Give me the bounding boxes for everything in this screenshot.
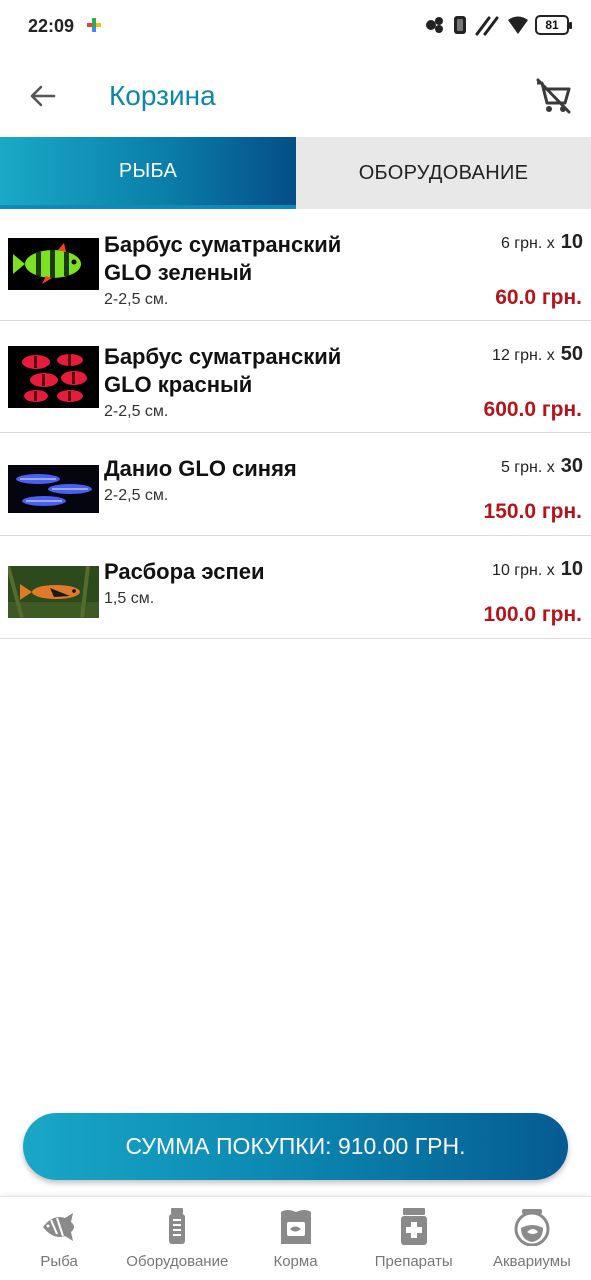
cart-list: Барбус суматранский GLO зеленый 2-2,5 см… bbox=[0, 209, 591, 639]
item-total: 150.0 грн. bbox=[483, 500, 582, 523]
product-image bbox=[8, 566, 99, 618]
unit-price: 12 грн. x bbox=[492, 347, 555, 364]
remove-cart-icon bbox=[536, 78, 571, 114]
product-name: Барбус суматранский GLO красный bbox=[104, 343, 374, 399]
product-name-line1: Барбус суматранский bbox=[104, 232, 342, 257]
page-title: Корзина bbox=[109, 80, 216, 111]
cart-item[interactable]: Данио GLO синяя 2-2,5 см. 5 грн. x 30 150… bbox=[0, 433, 591, 536]
item-total: 100.0 грн. bbox=[483, 603, 582, 626]
product-image bbox=[8, 238, 99, 290]
nav-equipment[interactable]: Оборудование bbox=[118, 1197, 236, 1280]
arrow-left-icon bbox=[30, 85, 56, 107]
fish-icon bbox=[39, 1207, 79, 1247]
status-time: 22:09 bbox=[28, 16, 75, 36]
nav-aquariums[interactable]: Аквариумы bbox=[473, 1197, 591, 1280]
back-button[interactable] bbox=[22, 76, 62, 116]
signal-icon bbox=[475, 16, 499, 36]
item-total: 600.0 грн. bbox=[483, 398, 582, 421]
nav-fish[interactable]: Рыба bbox=[0, 1197, 118, 1280]
tab-fish[interactable]: РЫБА bbox=[0, 137, 296, 209]
nav-food[interactable]: Корма bbox=[236, 1197, 354, 1280]
unit-price-quantity: 10 грн. x 10 bbox=[492, 558, 583, 581]
unit-price: 5 грн. x bbox=[500, 459, 555, 476]
battery-indicator: 81 bbox=[535, 15, 572, 35]
status-bar: 22:09 81 bbox=[0, 0, 591, 54]
unit-price: 10 грн. x bbox=[492, 562, 555, 579]
nav-label: Рыба bbox=[40, 1253, 78, 1270]
quantity: 10 bbox=[560, 231, 583, 253]
vibrate-icon bbox=[454, 16, 466, 34]
bluetooth-icon bbox=[426, 17, 443, 33]
unit-price-quantity: 12 грн. x 50 bbox=[492, 343, 583, 366]
quantity: 10 bbox=[560, 558, 583, 580]
product-image bbox=[8, 465, 99, 513]
quantity: 50 bbox=[560, 343, 583, 365]
nav-label: Оборудование bbox=[126, 1253, 229, 1270]
battery-level: 81 bbox=[545, 18, 559, 32]
checkout-total-button[interactable]: СУММА ПОКУПКИ: 910.00 ГРН. bbox=[23, 1113, 568, 1180]
unit-price: 6 грн. x bbox=[500, 235, 555, 252]
wifi-icon bbox=[508, 16, 528, 34]
product-name-line1: Расбора эспеи bbox=[104, 559, 265, 584]
nav-label: Корма bbox=[273, 1253, 318, 1270]
bottom-navigation: Рыба Оборудование Корма Препараты Аквари… bbox=[0, 1196, 591, 1280]
product-size: 2-2,5 см. bbox=[104, 291, 169, 308]
quantity: 30 bbox=[560, 455, 583, 477]
cart-item[interactable]: Барбус суматранский GLO зеленый 2-2,5 см… bbox=[0, 209, 591, 321]
category-tabs: РЫБА ОБОРУДОВАНИЕ bbox=[0, 137, 591, 209]
clear-cart-button[interactable] bbox=[531, 74, 575, 118]
unit-price-quantity: 6 грн. x 10 bbox=[501, 231, 583, 254]
status-icons: 81 bbox=[425, 14, 572, 36]
cart-item[interactable]: Барбус суматранский GLO красный 2-2,5 см… bbox=[0, 321, 591, 433]
product-image bbox=[8, 346, 99, 408]
product-size: 2-2,5 см. bbox=[104, 403, 169, 420]
medicine-jar-icon bbox=[394, 1207, 434, 1247]
nav-label: Препараты bbox=[374, 1253, 453, 1270]
product-size: 2-2,5 см. bbox=[104, 487, 169, 504]
nav-label: Аквариумы bbox=[492, 1253, 571, 1270]
product-size: 1,5 см. bbox=[104, 590, 155, 607]
filter-icon bbox=[157, 1207, 197, 1247]
fishbowl-icon bbox=[512, 1207, 552, 1247]
product-name: Данио GLO синяя bbox=[104, 455, 374, 483]
item-total: 60.0 грн. bbox=[495, 286, 582, 309]
app-bar: Корзина bbox=[0, 54, 591, 138]
food-bag-icon bbox=[276, 1207, 316, 1247]
total-label: СУММА ПОКУПКИ: 910.00 ГРН. bbox=[125, 1133, 466, 1159]
unit-price-quantity: 5 грн. x 30 bbox=[501, 455, 583, 478]
product-name-line1: Данио GLO синяя bbox=[104, 456, 297, 481]
product-name-line2: GLO зеленый bbox=[104, 260, 253, 285]
product-name: Расбора эспеи bbox=[104, 558, 374, 586]
product-name: Барбус суматранский GLO зеленый bbox=[104, 231, 374, 287]
tab-equipment[interactable]: ОБОРУДОВАНИЕ bbox=[296, 137, 591, 209]
cart-item[interactable]: Расбора эспеи 1,5 см. 10 грн. x 10 100.0 … bbox=[0, 536, 591, 639]
puzzle-app-icon bbox=[87, 18, 101, 32]
product-name-line2: GLO красный bbox=[104, 372, 253, 397]
product-name-line1: Барбус суматранский bbox=[104, 344, 342, 369]
nav-medicine[interactable]: Препараты bbox=[355, 1197, 473, 1280]
